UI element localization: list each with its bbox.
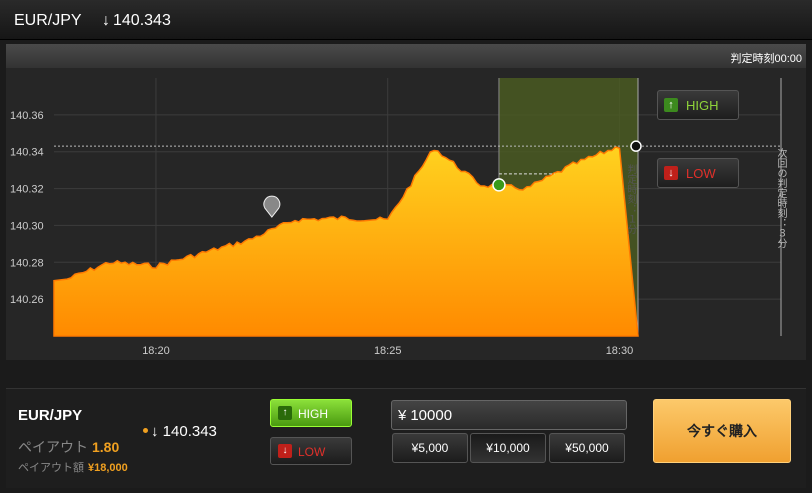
down-arrow-icon: ↓ — [278, 444, 292, 458]
payout-amount-value: ¥18,000 — [88, 462, 128, 474]
x-tick-label: 18:25 — [374, 345, 402, 357]
preset-10000-button[interactable]: ¥10,000 — [470, 433, 546, 463]
header-rate: ↓ 140.343 — [102, 12, 171, 30]
y-tick-label: 140.30 — [10, 220, 44, 232]
down-arrow-icon: ↓ — [102, 12, 110, 29]
preset-50000-button[interactable]: ¥50,000 — [549, 433, 625, 463]
next-judge-time-label: 次回の判定時刻：３分 — [775, 148, 786, 248]
payout-amount-row: ペイアウト額 ¥18,000 — [18, 459, 128, 475]
rate-value: 140.343 — [113, 12, 171, 29]
panel-rate-value: 140.343 — [162, 423, 217, 440]
down-arrow-icon: ↓ — [151, 423, 159, 440]
payout-label: ペイアウト — [18, 439, 88, 455]
up-arrow-icon: ↑ — [278, 406, 292, 420]
low-button[interactable]: ↓ LOW — [270, 437, 352, 465]
y-tick-label: 140.32 — [10, 184, 44, 196]
panel-pair-label: EUR/JPY — [18, 407, 83, 424]
y-tick-label: 140.34 — [10, 147, 44, 159]
down-arrow-icon: ↓ — [664, 166, 678, 180]
payout-row: ペイアウト 1.80 — [18, 437, 119, 457]
up-arrow-icon: ↑ — [664, 98, 678, 112]
x-tick-label: 18:20 — [142, 345, 170, 357]
judge-time-bar: 判定時刻00:00 — [6, 44, 806, 68]
y-tick-label: 140.36 — [10, 110, 44, 122]
amount-value: 10000 — [410, 407, 453, 424]
high-button[interactable]: ↑ HIGH — [270, 399, 352, 427]
yen-symbol: ¥ — [398, 407, 407, 424]
past-trade-pin-icon — [263, 195, 281, 218]
y-tick-label: 140.28 — [10, 257, 44, 269]
judge-time-label: 判定時刻00:00 — [730, 53, 802, 65]
chart-low-label: LOW — [686, 166, 716, 181]
payout-amount-label: ペイアウト額 — [18, 462, 84, 474]
status-dot — [143, 428, 148, 433]
price-area — [53, 146, 639, 337]
y-tick-label: 140.26 — [10, 294, 44, 306]
buy-now-button[interactable]: 今すぐ購入 — [653, 399, 791, 463]
x-tick-label: 18:30 — [606, 345, 634, 357]
trading-app: EUR/JPY ↓ 140.343 判定時刻00:00 140.36 140.34 1… — [0, 0, 812, 493]
low-button-label: LOW — [298, 445, 326, 459]
active-trade-icon — [492, 178, 506, 192]
panel-rate: ↓ 140.343 — [151, 423, 217, 440]
chart-low-button[interactable]: ↓ LOW — [657, 158, 739, 188]
chart-high-button[interactable]: ↑ HIGH — [657, 90, 739, 120]
payout-value: 1.80 — [92, 439, 120, 455]
current-price-marker — [630, 140, 642, 152]
amount-input[interactable]: ¥10000 — [391, 400, 627, 430]
header-bar: EUR/JPY ↓ 140.343 — [0, 0, 812, 40]
judge-time-vertical-label: 判定時刻：１分 — [625, 164, 636, 234]
high-button-label: HIGH — [298, 407, 328, 421]
preset-5000-button[interactable]: ¥5,000 — [392, 433, 468, 463]
chart-high-label: HIGH — [686, 98, 719, 113]
price-chart: 140.36 140.34 140.32 140.30 140.28 140.26 18:2… — [6, 68, 806, 360]
currency-pair-title: EUR/JPY — [14, 12, 82, 29]
order-panel: EUR/JPY ペイアウト 1.80 ペイアウト額 ¥18,000 ↓ 140.34… — [6, 388, 806, 488]
